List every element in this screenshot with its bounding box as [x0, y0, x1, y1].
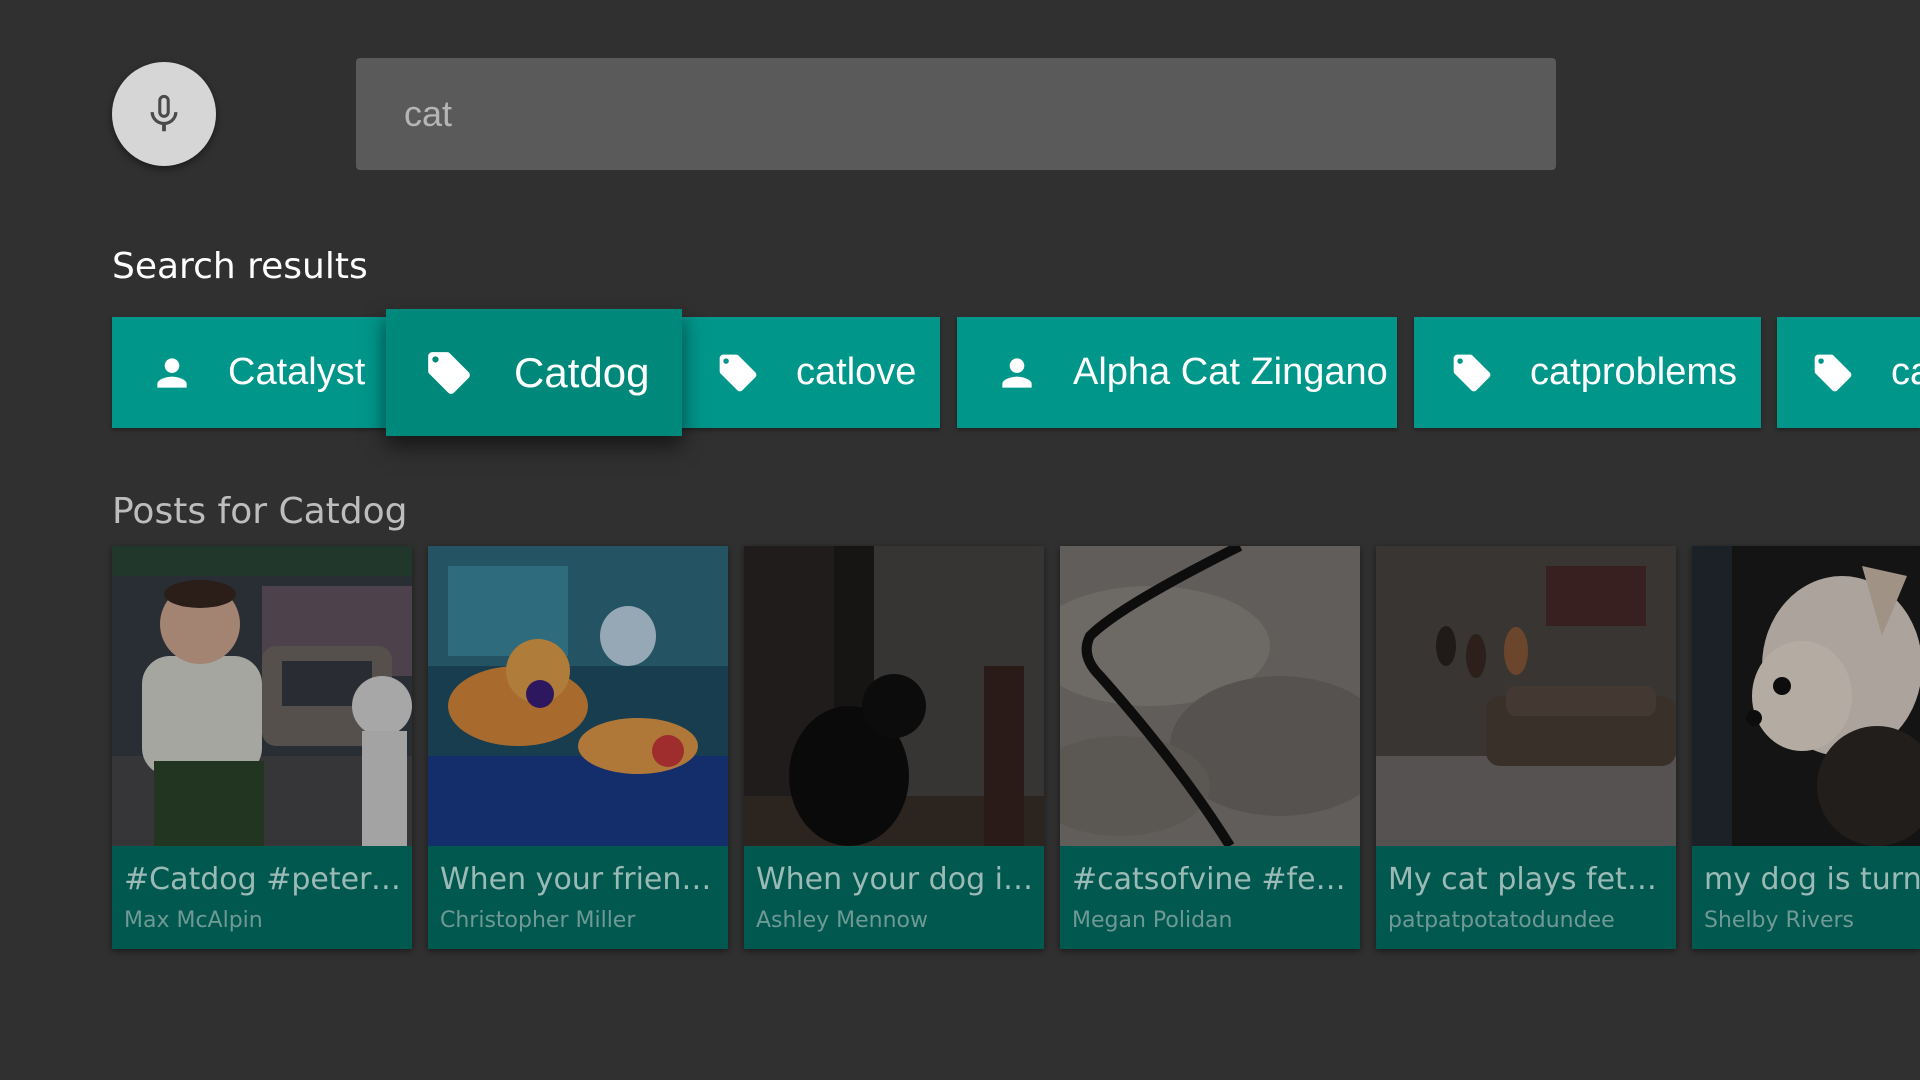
post-title: When your dog is a…: [756, 862, 1038, 897]
post-card[interactable]: When your dog is a… Ashley Mennow: [744, 546, 1044, 949]
tag-icon: [1450, 351, 1494, 395]
post-thumbnail: [1692, 546, 1920, 846]
voice-search-button[interactable]: [112, 62, 216, 166]
post-card[interactable]: #catsofvine #fetch… Megan Polidan: [1060, 546, 1360, 949]
post-card[interactable]: #Catdog #petergriffi… Max McAlpin: [112, 546, 412, 949]
result-chip-label: catlove: [796, 351, 917, 393]
result-chip-catproblems[interactable]: catproblems: [1414, 317, 1761, 428]
post-thumbnail: [1376, 546, 1676, 846]
post-title: #Catdog #petergriffi…: [124, 862, 406, 897]
result-chip-catalyst[interactable]: Catalyst: [112, 317, 386, 428]
result-chip-label: Alpha Cat Zingano: [1073, 351, 1388, 393]
search-input[interactable]: cat: [356, 58, 1556, 170]
result-chip-label: Catalyst: [228, 351, 366, 393]
result-chip-label: Catdog: [514, 348, 650, 396]
posts-heading: Posts for Catdog: [112, 491, 408, 532]
mic-icon: [141, 91, 187, 137]
result-chip-partial[interactable]: ca: [1777, 317, 1920, 428]
post-title: When your friend eat…: [440, 862, 722, 897]
post-author: Max McAlpin: [124, 908, 263, 933]
person-icon: [150, 351, 194, 395]
post-author: Shelby Rivers: [1704, 908, 1854, 933]
post-thumbnail: [112, 546, 412, 846]
post-author: patpatpotatodundee: [1388, 908, 1615, 933]
post-author: Megan Polidan: [1072, 908, 1233, 933]
result-chip-catdog[interactable]: Catdog: [386, 309, 682, 436]
post-thumbnail: [744, 546, 1044, 846]
tag-icon: [716, 351, 760, 395]
post-card[interactable]: When your friend eat… Christopher Miller: [428, 546, 728, 949]
post-author: Christopher Miller: [440, 908, 636, 933]
post-card[interactable]: my dog is turning Shelby Rivers: [1692, 546, 1920, 949]
result-chip-label: ca: [1891, 351, 1920, 393]
result-chip-catlove[interactable]: catlove: [680, 317, 940, 428]
search-screen: cat Search results Catalyst catlove Catd…: [0, 0, 1920, 1080]
post-title: #catsofvine #fetch…: [1072, 862, 1354, 897]
tag-icon: [1811, 351, 1855, 395]
post-author: Ashley Mennow: [756, 908, 928, 933]
post-title: my dog is turning: [1704, 862, 1920, 897]
search-results-row: Catalyst catlove Catdog Alpha Cat Zingan…: [0, 309, 1920, 447]
post-thumbnail: [428, 546, 728, 846]
search-results-heading: Search results: [112, 246, 368, 287]
tag-icon: [424, 348, 474, 398]
person-icon: [995, 351, 1039, 395]
post-card[interactable]: My cat plays fetch.… patpatpotatodundee: [1376, 546, 1676, 949]
result-chip-label: catproblems: [1530, 351, 1737, 393]
post-thumbnail: [1060, 546, 1360, 846]
result-chip-alpha-cat-zingano[interactable]: Alpha Cat Zingano: [957, 317, 1397, 428]
post-title: My cat plays fetch.…: [1388, 862, 1670, 897]
